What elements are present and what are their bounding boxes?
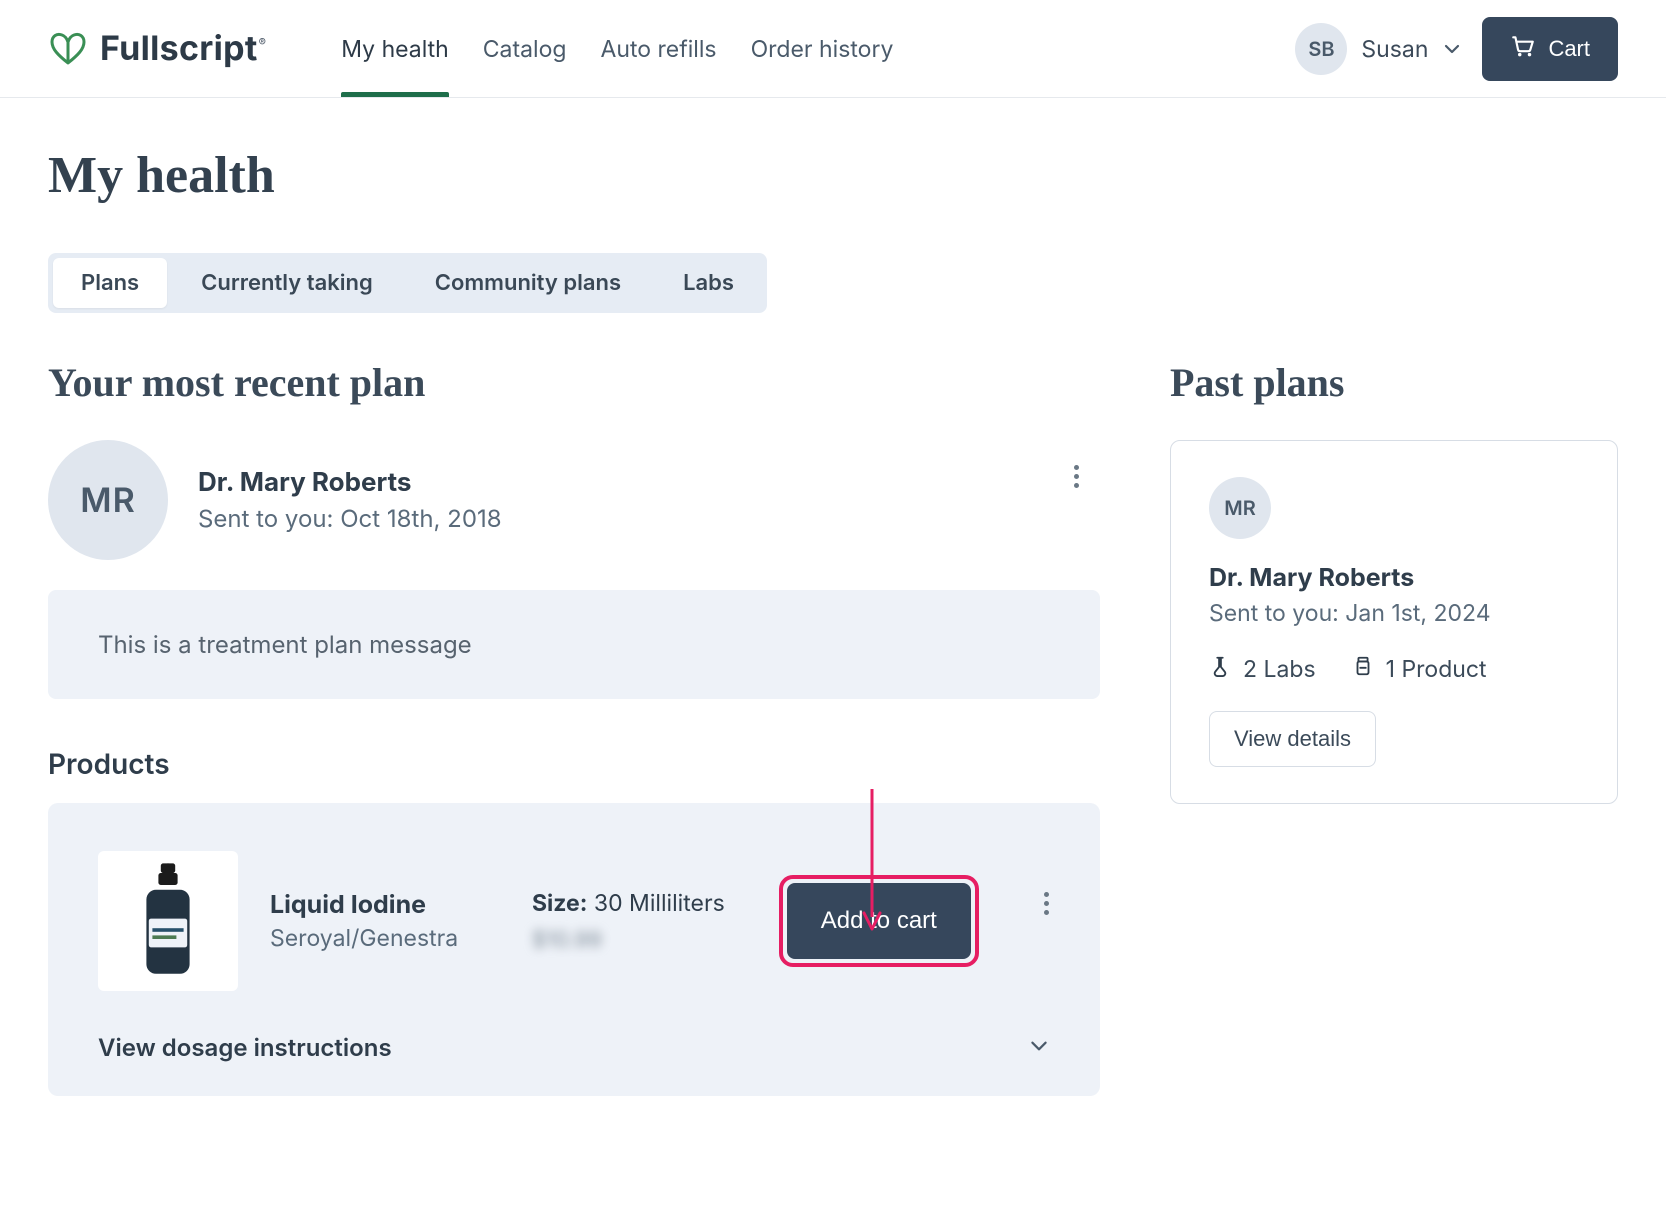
dosage-label: View dosage instructions (98, 1033, 392, 1062)
nav-order-history[interactable]: Order history (751, 0, 894, 97)
chevron-down-icon (1442, 39, 1462, 59)
cart-label: Cart (1548, 36, 1590, 62)
product-price-blurred: $10.99 (532, 927, 725, 953)
product-size: Size: 30 Milliliters (532, 889, 725, 917)
tab-plans[interactable]: Plans (53, 258, 167, 308)
user-menu[interactable]: SB Susan (1295, 23, 1462, 75)
product-thumbnail[interactable] (98, 851, 238, 991)
health-tabs: Plans Currently taking Community plans L… (48, 253, 767, 313)
leaf-heart-icon (48, 29, 88, 69)
page-title: My health (48, 146, 1618, 205)
tab-currently-taking[interactable]: Currently taking (173, 258, 401, 308)
stat-labs: 2 Labs (1209, 655, 1316, 683)
nav-auto-refills[interactable]: Auto refills (600, 0, 716, 97)
view-details-button[interactable]: View details (1209, 711, 1376, 767)
recent-plan-section: Your most recent plan MR Dr. Mary Robert… (48, 359, 1100, 1096)
past-sent-date: Sent to you: Jan 1st, 2024 (1209, 599, 1579, 627)
cart-icon (1510, 33, 1536, 65)
nav-catalog[interactable]: Catalog (483, 0, 567, 97)
plan-sent-date: Sent to you: Oct 18th, 2018 (198, 504, 502, 533)
products-heading: Products (48, 747, 1100, 781)
recent-plan-heading: Your most recent plan (48, 359, 1100, 406)
past-plan-card[interactable]: MR Dr. Mary Roberts Sent to you: Jan 1st… (1170, 440, 1618, 804)
tab-labs[interactable]: Labs (655, 258, 762, 308)
user-avatar: SB (1295, 23, 1347, 75)
plan-header: MR Dr. Mary Roberts Sent to you: Oct 18t… (48, 440, 1100, 560)
provider-avatar: MR (48, 440, 168, 560)
product-card: Liquid Iodine Seroyal/Genestra Size: 30 … (48, 803, 1100, 1096)
header: Fullscript® My health Catalog Auto refil… (0, 0, 1666, 98)
main-nav: My health Catalog Auto refills Order his… (341, 0, 893, 97)
plan-options-button[interactable] (1062, 458, 1090, 494)
past-provider-avatar: MR (1209, 477, 1271, 539)
brand-logo[interactable]: Fullscript® (48, 28, 265, 69)
view-dosage-toggle[interactable]: View dosage instructions (98, 1033, 1050, 1062)
page: My health Plans Currently taking Communi… (0, 98, 1666, 1096)
bottle-icon (128, 861, 208, 981)
nav-my-health[interactable]: My health (341, 0, 448, 97)
header-right: SB Susan Cart (1295, 17, 1618, 81)
provider-name: Dr. Mary Roberts (198, 467, 502, 498)
product-title: Liquid Iodine (270, 890, 500, 920)
brand-wordmark: Fullscript® (100, 28, 265, 69)
past-plans-section: Past plans MR Dr. Mary Roberts Sent to y… (1170, 359, 1618, 1096)
stat-products: 1 Product (1352, 655, 1487, 683)
past-plan-stats: 2 Labs 1 Product (1209, 655, 1579, 683)
tab-community-plans[interactable]: Community plans (407, 258, 649, 308)
product-brand: Seroyal/Genestra (270, 924, 500, 952)
past-plans-heading: Past plans (1170, 359, 1618, 406)
cart-button[interactable]: Cart (1482, 17, 1618, 81)
product-options-button[interactable] (1032, 885, 1060, 921)
chevron-down-icon (1028, 1035, 1050, 1061)
past-provider-name: Dr. Mary Roberts (1209, 563, 1579, 593)
user-name: Susan (1361, 35, 1428, 63)
vial-icon (1209, 655, 1231, 683)
pill-bottle-icon (1352, 655, 1374, 683)
plan-message: This is a treatment plan message (48, 590, 1100, 699)
add-to-cart-highlight: Add to cart (787, 883, 971, 959)
add-to-cart-button[interactable]: Add to cart (787, 883, 971, 959)
